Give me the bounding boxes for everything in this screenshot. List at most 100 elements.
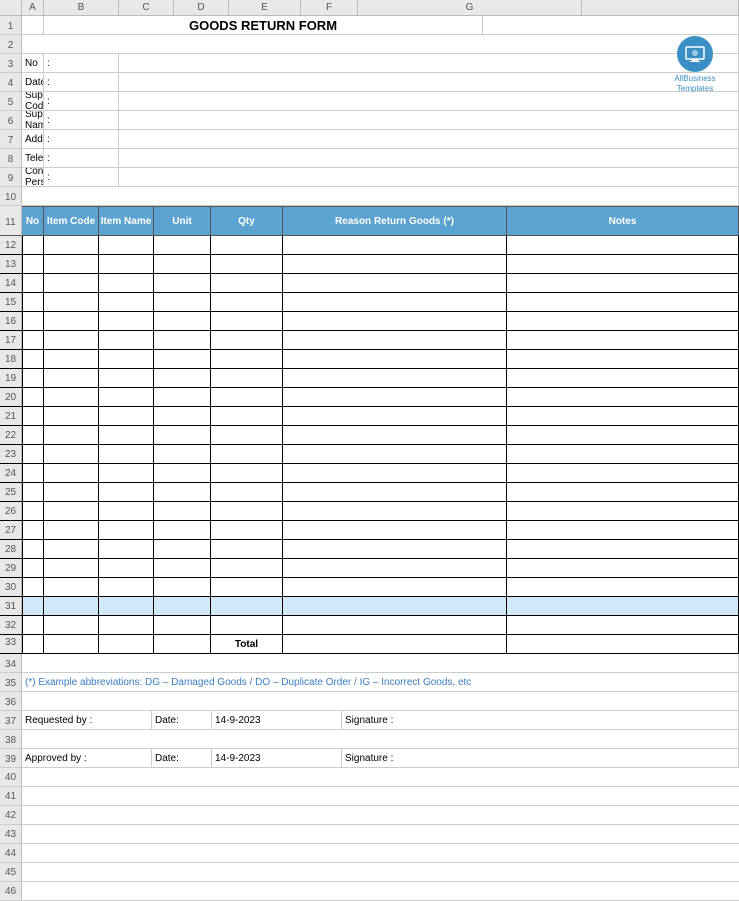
cell-7c[interactable]: [119, 130, 739, 148]
td-18-code[interactable]: [44, 350, 99, 368]
td-25-reason[interactable]: [283, 483, 507, 501]
td-17-code[interactable]: [44, 331, 99, 349]
td-16-unit[interactable]: [154, 312, 211, 330]
td-18-reason[interactable]: [283, 350, 507, 368]
td-23-notes[interactable]: [507, 445, 739, 463]
td-27-notes[interactable]: [507, 521, 739, 539]
td-22-qty[interactable]: [211, 426, 283, 444]
cell-4c[interactable]: [119, 73, 739, 91]
td-29-code[interactable]: [44, 559, 99, 577]
td-18-unit[interactable]: [154, 350, 211, 368]
td-29-unit[interactable]: [154, 559, 211, 577]
td-26-no[interactable]: [22, 502, 44, 520]
td-27-no[interactable]: [22, 521, 44, 539]
td-17-no[interactable]: [22, 331, 44, 349]
td-24-no[interactable]: [22, 464, 44, 482]
td-25-name[interactable]: [99, 483, 154, 501]
td-24-unit[interactable]: [154, 464, 211, 482]
td-30-qty[interactable]: [211, 578, 283, 596]
td-29-notes[interactable]: [507, 559, 739, 577]
td-26-code[interactable]: [44, 502, 99, 520]
td-32-no[interactable]: [22, 616, 44, 634]
td-21-no[interactable]: [22, 407, 44, 425]
td-13-no[interactable]: [22, 255, 44, 273]
td-25-code[interactable]: [44, 483, 99, 501]
td-17-notes[interactable]: [507, 331, 739, 349]
td-31-name[interactable]: [99, 597, 154, 615]
td-18-qty[interactable]: [211, 350, 283, 368]
td-24-name[interactable]: [99, 464, 154, 482]
td-20-code[interactable]: [44, 388, 99, 406]
td-22-unit[interactable]: [154, 426, 211, 444]
td-30-name[interactable]: [99, 578, 154, 596]
td-23-reason[interactable]: [283, 445, 507, 463]
td-18-name[interactable]: [99, 350, 154, 368]
td-28-reason[interactable]: [283, 540, 507, 558]
td-19-name[interactable]: [99, 369, 154, 387]
td-21-qty[interactable]: [211, 407, 283, 425]
td-26-qty[interactable]: [211, 502, 283, 520]
td-14-unit[interactable]: [154, 274, 211, 292]
td-12-code[interactable]: [44, 236, 99, 254]
td-30-code[interactable]: [44, 578, 99, 596]
cell-6c[interactable]: [119, 111, 739, 129]
td-22-no[interactable]: [22, 426, 44, 444]
td-27-code[interactable]: [44, 521, 99, 539]
td-15-no[interactable]: [22, 293, 44, 311]
td-19-notes[interactable]: [507, 369, 739, 387]
td-25-qty[interactable]: [211, 483, 283, 501]
td-30-no[interactable]: [22, 578, 44, 596]
td-21-code[interactable]: [44, 407, 99, 425]
td-16-notes[interactable]: [507, 312, 739, 330]
td-32-qty[interactable]: [211, 616, 283, 634]
td-20-notes[interactable]: [507, 388, 739, 406]
td-21-name[interactable]: [99, 407, 154, 425]
td-17-name[interactable]: [99, 331, 154, 349]
td-28-qty[interactable]: [211, 540, 283, 558]
td-28-unit[interactable]: [154, 540, 211, 558]
td-26-notes[interactable]: [507, 502, 739, 520]
td-22-code[interactable]: [44, 426, 99, 444]
td-23-unit[interactable]: [154, 445, 211, 463]
td-26-name[interactable]: [99, 502, 154, 520]
td-25-no[interactable]: [22, 483, 44, 501]
td-24-reason[interactable]: [283, 464, 507, 482]
td-12-no[interactable]: [22, 236, 44, 254]
td-27-reason[interactable]: [283, 521, 507, 539]
td-16-reason[interactable]: [283, 312, 507, 330]
td-21-unit[interactable]: [154, 407, 211, 425]
td-24-notes[interactable]: [507, 464, 739, 482]
td-25-notes[interactable]: [507, 483, 739, 501]
td-25-unit[interactable]: [154, 483, 211, 501]
td-32-code[interactable]: [44, 616, 99, 634]
td-19-qty[interactable]: [211, 369, 283, 387]
td-31-no[interactable]: [22, 597, 44, 615]
td-20-unit[interactable]: [154, 388, 211, 406]
td-13-reason[interactable]: [283, 255, 507, 273]
td-17-reason[interactable]: [283, 331, 507, 349]
td-12-reason[interactable]: [283, 236, 507, 254]
td-32-reason[interactable]: [283, 616, 507, 634]
td-30-unit[interactable]: [154, 578, 211, 596]
td-19-code[interactable]: [44, 369, 99, 387]
td-28-no[interactable]: [22, 540, 44, 558]
td-28-code[interactable]: [44, 540, 99, 558]
td-14-qty[interactable]: [211, 274, 283, 292]
td-16-qty[interactable]: [211, 312, 283, 330]
td-28-notes[interactable]: [507, 540, 739, 558]
td-29-name[interactable]: [99, 559, 154, 577]
td-16-code[interactable]: [44, 312, 99, 330]
td-13-code[interactable]: [44, 255, 99, 273]
td-26-unit[interactable]: [154, 502, 211, 520]
td-24-code[interactable]: [44, 464, 99, 482]
cell-8c[interactable]: [119, 149, 739, 167]
td-23-qty[interactable]: [211, 445, 283, 463]
td-22-reason[interactable]: [283, 426, 507, 444]
td-16-name[interactable]: [99, 312, 154, 330]
td-29-qty[interactable]: [211, 559, 283, 577]
td-32-unit[interactable]: [154, 616, 211, 634]
td-12-unit[interactable]: [154, 236, 211, 254]
td-26-reason[interactable]: [283, 502, 507, 520]
td-24-qty[interactable]: [211, 464, 283, 482]
td-14-notes[interactable]: [507, 274, 739, 292]
